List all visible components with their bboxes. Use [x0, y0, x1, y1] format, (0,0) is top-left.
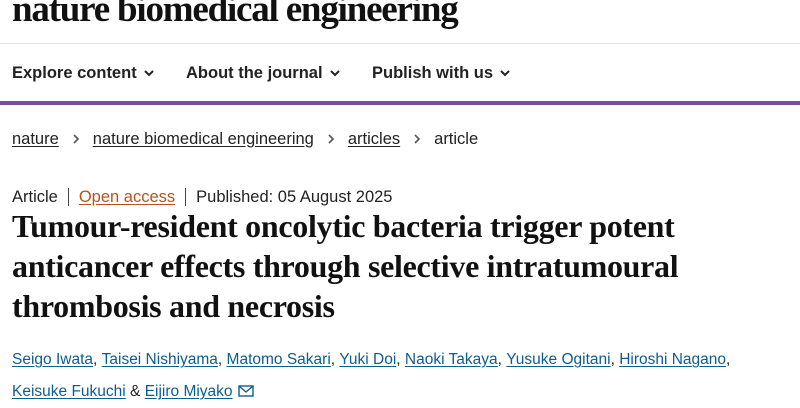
- author-item: Yusuke Ogitani,: [506, 344, 619, 376]
- author-item: Matomo Sakari,: [227, 344, 340, 376]
- author-link[interactable]: Eijiro Miyako: [145, 383, 233, 400]
- breadcrumb-current: article: [434, 129, 479, 148]
- author-link[interactable]: Yusuke Ogitani: [506, 351, 610, 368]
- author-separator: &: [125, 383, 145, 400]
- author-item: Eijiro Miyako: [145, 376, 254, 408]
- published-date: Published: 05 August 2025: [196, 187, 393, 206]
- article-meta: Article Open access Published: 05 August…: [12, 186, 392, 208]
- author-item: Hiroshi Nagano,: [619, 344, 730, 376]
- article-type: Article: [12, 187, 58, 206]
- chevron-down-icon: [143, 67, 155, 79]
- author-link[interactable]: Matomo Sakari: [227, 351, 331, 368]
- chevron-right-icon: [71, 133, 81, 145]
- nav-label: About the journal: [186, 63, 323, 82]
- author-separator: ,: [726, 351, 731, 368]
- nav-divider: [0, 101, 800, 105]
- chevron-down-icon: [499, 67, 511, 79]
- open-access-link[interactable]: Open access: [79, 188, 175, 207]
- breadcrumb-link-nature[interactable]: nature: [12, 130, 59, 149]
- nav-explore-content[interactable]: Explore content: [12, 61, 155, 85]
- author-item: Seigo Iwata,: [12, 344, 102, 376]
- author-separator: ,: [610, 351, 620, 368]
- chevron-right-icon: [412, 133, 422, 145]
- journal-logo[interactable]: nature biomedical engineering: [12, 0, 459, 32]
- author-list: Seigo Iwata, Taisei Nishiyama, Matomo Sa…: [12, 344, 800, 408]
- breadcrumb-link-articles[interactable]: articles: [348, 130, 400, 149]
- nav-label: Explore content: [12, 63, 137, 82]
- author-separator: ,: [396, 351, 405, 368]
- meta-divider: [67, 188, 69, 206]
- author-separator: ,: [497, 351, 507, 368]
- nav-about-journal[interactable]: About the journal: [186, 61, 341, 85]
- author-link[interactable]: Hiroshi Nagano: [619, 351, 726, 368]
- author-list-items: Seigo Iwata, Taisei Nishiyama, Matomo Sa…: [12, 344, 800, 408]
- author-item: Naoki Takaya,: [405, 344, 506, 376]
- breadcrumb-link-journal[interactable]: nature biomedical engineering: [93, 130, 314, 149]
- author-separator: ,: [93, 351, 102, 368]
- author-separator: ,: [217, 351, 227, 368]
- author-link[interactable]: Naoki Takaya: [405, 351, 498, 368]
- main-nav: Explore content About the journal Publis…: [0, 45, 800, 101]
- mail-icon[interactable]: [237, 385, 254, 397]
- author-link[interactable]: Taisei Nishiyama: [102, 351, 218, 368]
- author-separator: ,: [330, 351, 340, 368]
- author-link[interactable]: Seigo Iwata: [12, 351, 93, 368]
- author-item: Keisuke Fukuchi &: [12, 376, 145, 408]
- author-link[interactable]: Yuki Doi: [339, 351, 396, 368]
- chevron-down-icon: [329, 67, 341, 79]
- chevron-right-icon: [326, 133, 336, 145]
- author-link[interactable]: Keisuke Fukuchi: [12, 383, 126, 400]
- breadcrumb: nature nature biomedical engineering art…: [12, 128, 478, 150]
- article-title: Tumour-resident oncolytic bacteria trigg…: [12, 208, 679, 324]
- site-header: nature biomedical engineering: [0, 0, 800, 44]
- nav-publish-with-us[interactable]: Publish with us: [372, 61, 511, 85]
- nav-label: Publish with us: [372, 63, 494, 82]
- author-item: Taisei Nishiyama,: [102, 344, 227, 376]
- author-item: Yuki Doi,: [339, 344, 405, 376]
- meta-divider: [185, 188, 187, 206]
